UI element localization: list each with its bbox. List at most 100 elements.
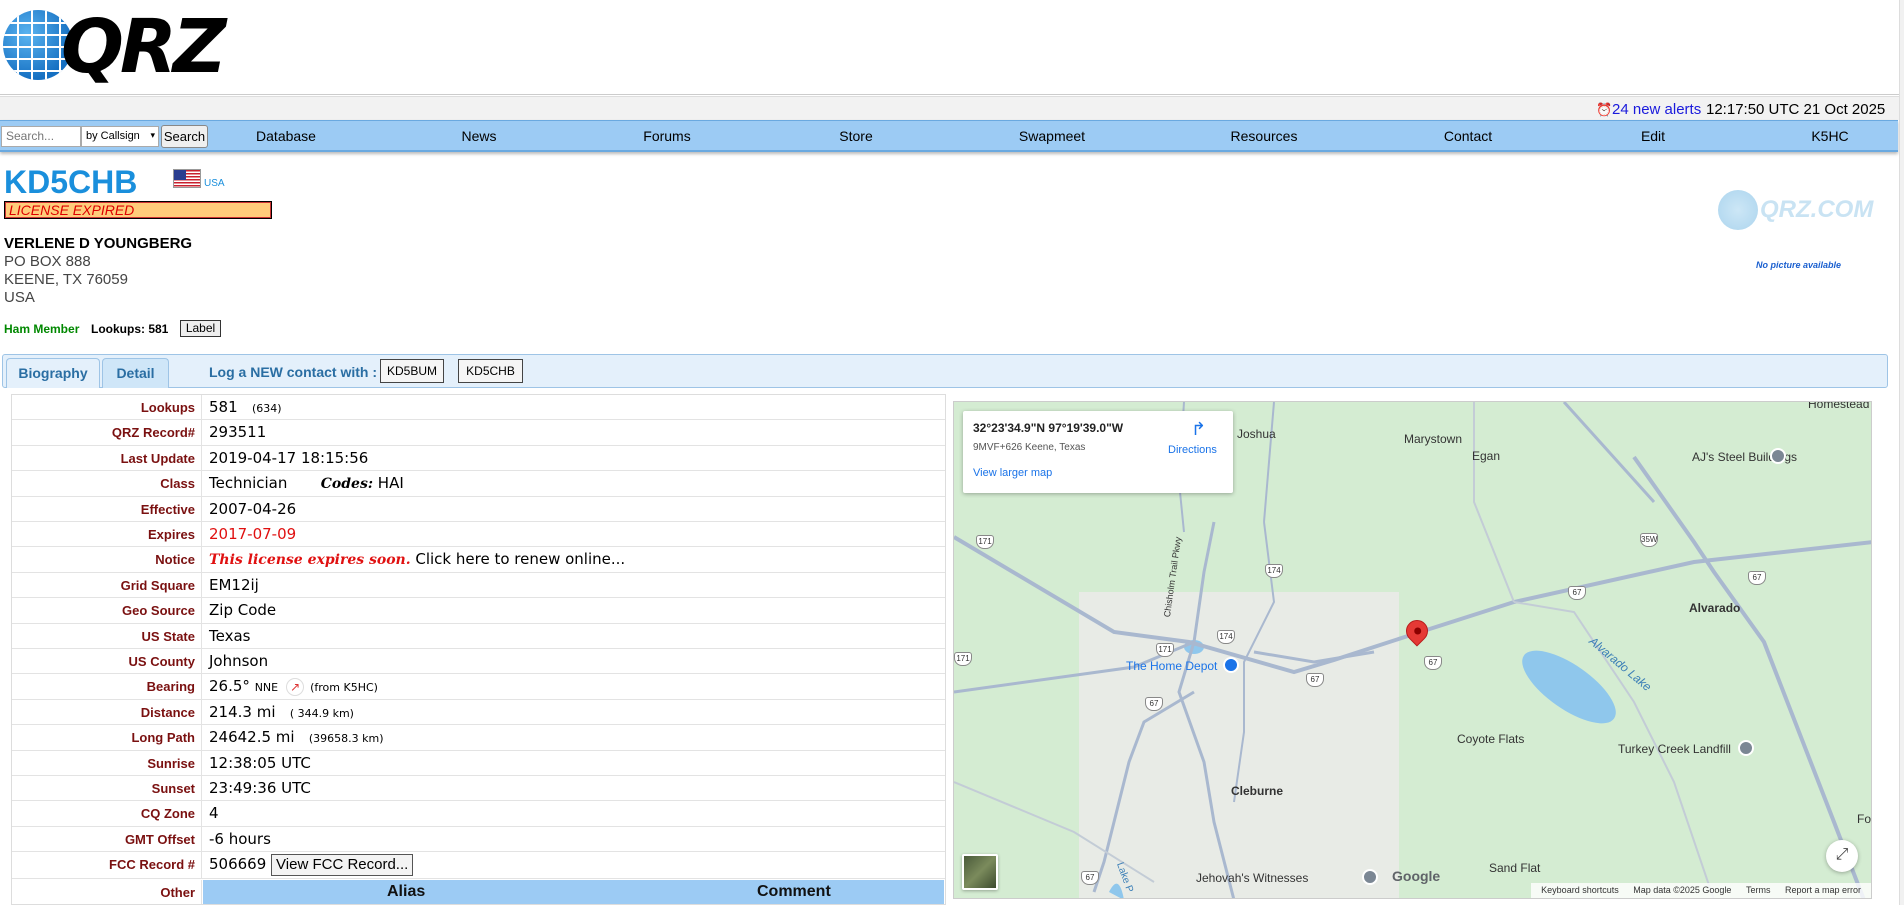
poi-pin-icon[interactable] bbox=[1770, 448, 1786, 464]
qrz-watermark: QRZ.COM bbox=[1718, 190, 1878, 230]
nav-resources[interactable]: Resources bbox=[1231, 128, 1298, 144]
route-shield: 67 bbox=[1145, 697, 1163, 711]
log-contact-button-2[interactable]: KD5CHB bbox=[458, 359, 523, 383]
table-row: Other Alias Comment bbox=[12, 880, 945, 904]
map-label-joshua: Joshua bbox=[1237, 427, 1276, 441]
table-row: Sunrise 12:38:05 UTC bbox=[12, 750, 945, 776]
map-label-fo: Fo bbox=[1857, 812, 1872, 826]
church-icon[interactable] bbox=[1362, 869, 1378, 885]
terms-link[interactable]: Terms bbox=[1746, 885, 1771, 895]
log-contact-label: Log a NEW contact with : bbox=[209, 364, 377, 380]
directions-link[interactable]: Directions bbox=[1168, 444, 1217, 456]
table-row: Distance 214.3 mi ( 344.9 km) bbox=[12, 699, 945, 726]
table-row: CQ Zone 4 bbox=[12, 801, 945, 827]
nav-contact[interactable]: Contact bbox=[1444, 128, 1492, 144]
nav-news[interactable]: News bbox=[461, 128, 496, 144]
nav-account[interactable]: K5HC bbox=[1811, 128, 1848, 144]
table-row: US State Texas bbox=[12, 623, 945, 649]
view-fcc-button[interactable]: View FCC Record... bbox=[271, 853, 414, 876]
search-input[interactable]: Search... bbox=[1, 126, 81, 147]
expires-date: 2017-07-09 bbox=[209, 525, 297, 543]
map-coordinates: 32°23'34.9"N 97°19'39.0"W bbox=[973, 421, 1124, 435]
tab-biography[interactable]: Biography bbox=[6, 358, 100, 388]
qrz-logo[interactable]: QRZ bbox=[3, 4, 227, 90]
address-line-1: PO BOX 888 bbox=[4, 253, 91, 270]
directions-icon[interactable]: ↱ bbox=[1191, 419, 1206, 440]
route-shield: 67 bbox=[1424, 656, 1442, 670]
renew-link[interactable]: Click here to renew online... bbox=[415, 550, 625, 568]
server-time: 12:17:50 UTC 21 Oct 2025 bbox=[1706, 101, 1886, 118]
alert-bar: ⏰ 24 new alerts 12:17:50 UTC 21 Oct 2025 bbox=[0, 96, 1904, 120]
map-attribution: Keyboard shortcuts Map data ©2025 Google… bbox=[1531, 883, 1871, 898]
tab-detail[interactable]: Detail bbox=[102, 358, 169, 388]
country-link[interactable]: USA bbox=[204, 178, 225, 189]
table-row: Long Path 24642.5 mi (39658.3 km) bbox=[12, 725, 945, 751]
operator-name: VERLENE D YOUNGBERG bbox=[4, 235, 193, 252]
watermark-text: QRZ.COM bbox=[1760, 196, 1874, 223]
globe-icon bbox=[1718, 190, 1758, 230]
bearing-arrow-icon: ↗ bbox=[286, 677, 305, 696]
map-label-alvarado: Alvarado bbox=[1689, 601, 1741, 615]
table-row: GMT Offset -6 hours bbox=[12, 826, 945, 853]
table-row: Class Technician Codes: HAI bbox=[12, 471, 945, 497]
table-row: Lookups 581 (634) bbox=[12, 395, 945, 421]
member-type: Ham Member bbox=[4, 322, 80, 336]
page-scrollbar[interactable] bbox=[1899, 0, 1904, 905]
route-shield: 171 bbox=[954, 652, 972, 666]
poi-pin-icon[interactable] bbox=[1738, 740, 1754, 756]
table-row: FCC Record # 506669 View FCC Record... bbox=[12, 852, 945, 880]
table-row: Geo Source Zip Code bbox=[12, 598, 945, 624]
map-label-home-depot[interactable]: The Home Depot bbox=[1126, 659, 1217, 673]
nav-swapmeet[interactable]: Swapmeet bbox=[1019, 128, 1085, 144]
route-shield: 171 bbox=[1156, 643, 1174, 657]
log-contact-button-1[interactable]: KD5BUM bbox=[380, 359, 444, 383]
route-shield: 35W bbox=[1640, 533, 1658, 547]
table-row: QRZ Record# 293511 bbox=[12, 420, 945, 446]
route-shield: 174 bbox=[1217, 630, 1235, 644]
shopping-bag-icon[interactable] bbox=[1223, 657, 1239, 673]
google-logo: Google bbox=[1392, 868, 1441, 884]
nav-edit[interactable]: Edit bbox=[1641, 128, 1665, 144]
plus-code: 9MVF+626 Keene, Texas bbox=[973, 442, 1086, 453]
table-row: Last Update 2019-04-17 18:15:56 bbox=[12, 445, 945, 472]
report-error-link[interactable]: Report a map error bbox=[1785, 885, 1861, 895]
location-map[interactable]: 32°23'34.9"N 97°19'39.0"W 9MVF+626 Keene… bbox=[953, 401, 1872, 899]
map-label-egan: Egan bbox=[1472, 449, 1501, 463]
no-picture-text: No picture available bbox=[1756, 260, 1842, 270]
search-by-select[interactable]: by Callsign bbox=[81, 126, 159, 147]
table-row: Grid Square EM12ij bbox=[12, 572, 945, 599]
alarm-clock-icon: ⏰ bbox=[1596, 102, 1613, 117]
alerts-link[interactable]: 24 new alerts bbox=[1612, 101, 1701, 118]
other-header: Alias Comment bbox=[203, 880, 944, 904]
route-shield: 171 bbox=[976, 535, 994, 549]
map-info-card: 32°23'34.9"N 97°19'39.0"W 9MVF+626 Keene… bbox=[963, 411, 1233, 493]
keyboard-shortcuts-link[interactable]: Keyboard shortcuts bbox=[1541, 885, 1619, 895]
lookups-count: Lookups: 581 bbox=[91, 322, 169, 336]
table-row: Expires 2017-07-09 bbox=[12, 522, 945, 548]
map-label-coyote-flats: Coyote Flats bbox=[1457, 732, 1525, 746]
route-shield: 67 bbox=[1748, 571, 1766, 585]
fullscreen-icon[interactable]: ⤢ bbox=[1826, 840, 1858, 872]
map-label-sand-flat: Sand Flat bbox=[1489, 861, 1541, 875]
nav-database[interactable]: Database bbox=[256, 128, 316, 144]
route-shield: 67 bbox=[1081, 871, 1099, 885]
logo-text: QRZ bbox=[61, 4, 227, 90]
satellite-toggle[interactable] bbox=[962, 854, 998, 890]
nav-store[interactable]: Store bbox=[839, 128, 872, 144]
map-data-text: Map data ©2025 Google bbox=[1633, 885, 1732, 895]
address-line-2: KEENE, TX 76059 bbox=[4, 271, 128, 288]
profile-tabs: Biography Detail Log a NEW contact with … bbox=[2, 354, 1888, 388]
nav-forums[interactable]: Forums bbox=[643, 128, 690, 144]
table-row: US County Johnson bbox=[12, 649, 945, 675]
map-label-cleburne: Cleburne bbox=[1231, 784, 1284, 798]
view-larger-map-link[interactable]: View larger map bbox=[973, 467, 1052, 479]
map-label-jehovah: Jehovah's Witnesses bbox=[1196, 871, 1309, 885]
table-row: Notice This license expires soon. Click … bbox=[12, 547, 945, 573]
main-nav: Search... by Callsign Search Database Ne… bbox=[0, 120, 1898, 152]
site-header: QRZ bbox=[0, 0, 1904, 95]
map-label-turkey-creek: Turkey Creek Landfill bbox=[1618, 742, 1731, 756]
label-button[interactable]: Label bbox=[180, 320, 221, 337]
detail-table: Lookups 581 (634) QRZ Record# 293511 Las… bbox=[11, 394, 946, 905]
search-button[interactable]: Search bbox=[161, 125, 208, 148]
table-row: Effective 2007-04-26 bbox=[12, 496, 945, 522]
